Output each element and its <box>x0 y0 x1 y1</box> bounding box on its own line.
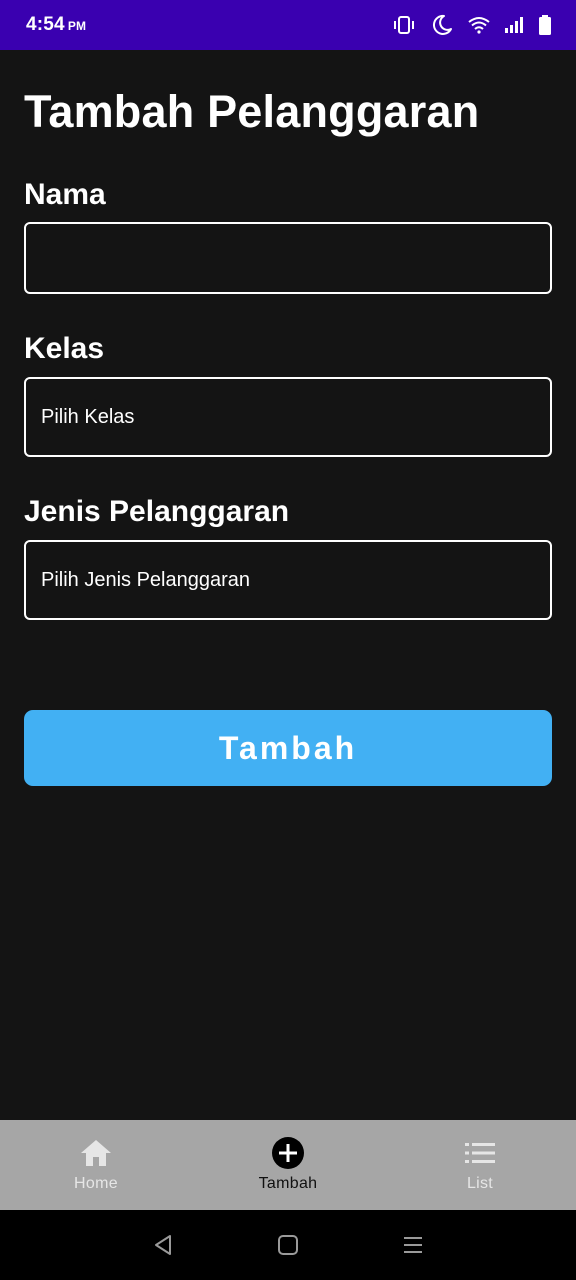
nav-item-home[interactable]: Home <box>0 1120 192 1210</box>
nav-item-tambah[interactable]: Tambah <box>192 1120 384 1210</box>
back-icon[interactable] <box>143 1225 183 1265</box>
page-title: Tambah Pelanggaran <box>24 86 480 137</box>
nav-label-home: Home <box>74 1175 118 1192</box>
nama-label: Nama <box>24 178 106 211</box>
kelas-label: Kelas <box>24 332 105 365</box>
list-icon <box>463 1136 497 1170</box>
menu-icon[interactable] <box>393 1225 433 1265</box>
home-icon <box>79 1136 113 1170</box>
nav-label-tambah: Tambah <box>258 1175 318 1192</box>
nav-label-list: List <box>466 1175 494 1192</box>
status-time-ampm: PM <box>67 19 87 33</box>
status-bar: 4:54 PM <box>0 0 576 50</box>
signal-icon <box>504 16 524 34</box>
home-square-icon[interactable] <box>268 1225 308 1265</box>
status-icons <box>392 13 552 37</box>
vibrate-icon <box>392 15 416 35</box>
moon-icon <box>430 13 454 37</box>
nav-item-list[interactable]: List <box>384 1120 576 1210</box>
wifi-icon <box>468 16 490 34</box>
add-circle-icon <box>271 1136 305 1170</box>
status-time-value: 4:54 <box>26 14 65 35</box>
tambah-button[interactable]: Tambah <box>24 710 552 786</box>
jenis-pelanggaran-label: Jenis Pelanggaran <box>24 495 290 528</box>
jenis-pelanggaran-select[interactable]: Pilih Jenis Pelanggaran <box>24 540 552 620</box>
battery-icon <box>538 14 552 36</box>
bottom-nav: Home Tambah List <box>0 1120 576 1210</box>
nama-field[interactable] <box>24 222 552 294</box>
status-time: 4:54 PM <box>26 14 86 36</box>
kelas-select[interactable]: Pilih Kelas <box>24 377 552 457</box>
system-nav-bar <box>0 1210 576 1280</box>
